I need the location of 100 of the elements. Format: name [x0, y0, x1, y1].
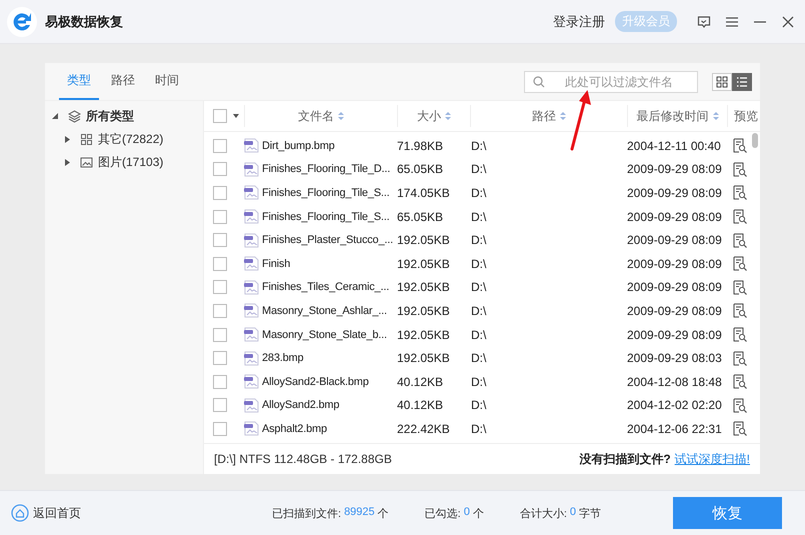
menu-icon[interactable] [725, 14, 739, 28]
list-icon [736, 76, 748, 88]
modified-time: 2009-09-29 08:09 [627, 256, 723, 271]
app-logo-icon [7, 6, 37, 36]
grid-view-button[interactable] [712, 72, 732, 90]
checkbox[interactable] [213, 162, 227, 176]
file-name: Finish [262, 258, 290, 270]
dropdown-caret-icon[interactable] [233, 114, 239, 118]
checkbox[interactable] [213, 233, 227, 248]
modified-time: 2009-09-29 08:09 [627, 304, 723, 318]
preview-icon[interactable] [733, 421, 747, 436]
scrollbar-thumb[interactable] [752, 133, 758, 148]
file-path: D:\ [470, 210, 488, 224]
tree-item[interactable]: 所有类型 [86, 108, 134, 125]
stat-value: 0 [464, 506, 470, 520]
search-icon [533, 76, 545, 88]
file-size: 40.12KB [396, 374, 444, 389]
checkbox[interactable] [213, 138, 227, 153]
stat-value: 0 [570, 506, 576, 520]
modified-time: 2009-09-29 08:03 [627, 351, 723, 366]
file-name: Masonry_Stone_Ashlar_... [262, 304, 387, 317]
column-header[interactable]: 路径 [532, 108, 556, 124]
stat-value: 89925 [344, 506, 375, 520]
home-link[interactable]: 返回首页 [11, 504, 81, 522]
search-field[interactable]: 此处可以过滤文件名 [524, 70, 698, 92]
column-header[interactable]: 预览 [734, 108, 758, 124]
column-header[interactable]: 文件名 [298, 108, 334, 124]
stat-label: 已扫描到文件: [272, 506, 342, 520]
expand-caret-icon[interactable] [63, 136, 71, 143]
column-header[interactable]: 大小 [417, 108, 441, 124]
checkbox[interactable] [213, 109, 227, 123]
file-size: 40.12KB [396, 398, 444, 412]
stat-unit: 字节 [579, 506, 602, 520]
checkbox[interactable] [213, 351, 227, 366]
preview-icon[interactable] [733, 256, 747, 272]
file-path: D:\ [470, 304, 488, 318]
file-name: Asphalt2.bmp [262, 422, 327, 435]
annotation-arrow [569, 89, 593, 151]
preview-icon[interactable] [733, 374, 747, 390]
image-file-icon [244, 398, 259, 413]
checkbox[interactable] [213, 374, 227, 389]
image-file-icon [244, 303, 259, 318]
close-icon[interactable] [781, 14, 795, 28]
file-path: D:\ [470, 422, 488, 436]
preview-icon[interactable] [733, 162, 747, 177]
file-path: D:\ [470, 398, 488, 412]
tab[interactable]: 路径 [103, 63, 143, 100]
file-name: Finishes_Flooring_Tile_D... [262, 163, 390, 176]
deep-scan-link[interactable]: 试试深度扫描! [674, 450, 750, 468]
image-file-icon [244, 185, 259, 200]
checkbox[interactable] [213, 304, 227, 318]
file-size: 71.98KB [396, 138, 444, 153]
preview-icon[interactable] [733, 398, 747, 413]
preview-icon[interactable] [733, 327, 747, 342]
file-size: 192.05KB [396, 280, 451, 294]
preview-icon[interactable] [733, 280, 747, 295]
tree-item[interactable]: 图片(17103) [98, 154, 164, 171]
file-path: D:\ [470, 138, 488, 153]
tree-item[interactable]: 其它(72822) [98, 131, 164, 148]
modified-time: 2009-09-29 08:09 [627, 162, 723, 176]
image-file-icon [244, 280, 259, 295]
modified-time: 2009-09-29 08:09 [627, 280, 723, 294]
list-view-button[interactable] [732, 72, 752, 90]
preview-icon[interactable] [733, 350, 747, 366]
restore-button[interactable]: 恢复 [673, 497, 782, 529]
file-size: 192.05KB [396, 351, 451, 366]
modified-time: 2009-09-29 08:09 [627, 328, 723, 342]
expand-caret-icon[interactable] [63, 159, 71, 166]
file-name: Finishes_Tiles_Ceramic_... [262, 281, 390, 294]
drive-info: [D:\] NTFS 112.48GB - 172.88GB [214, 452, 392, 466]
checkbox[interactable] [213, 186, 227, 200]
preview-icon[interactable] [733, 209, 747, 224]
checkbox[interactable] [213, 398, 227, 412]
preview-icon[interactable] [733, 303, 747, 318]
file-size: 65.05KB [396, 162, 444, 176]
checkbox[interactable] [213, 328, 227, 342]
checkbox[interactable] [213, 422, 227, 436]
file-path: D:\ [470, 162, 488, 176]
preview-icon[interactable] [733, 138, 747, 154]
home-icon [11, 504, 29, 522]
modified-time: 2009-09-29 08:09 [627, 233, 723, 248]
feedback-icon[interactable] [697, 14, 711, 28]
checkbox[interactable] [213, 256, 227, 271]
stat-label: 已勾选: [424, 506, 461, 520]
modified-time: 2004-12-11 00:40 [627, 138, 722, 153]
checkbox[interactable] [213, 210, 227, 224]
tab[interactable]: 时间 [147, 63, 187, 100]
login-link[interactable]: 登录注册 [553, 12, 605, 30]
file-name: Finishes_Flooring_Tile_S... [262, 186, 390, 199]
file-path: D:\ [470, 351, 488, 366]
window-title: 易极数据恢复 [45, 12, 123, 30]
image-file-icon [244, 232, 259, 248]
file-name: Finishes_Plaster_Stucco_... [262, 234, 393, 246]
preview-icon[interactable] [733, 185, 747, 200]
preview-icon[interactable] [733, 232, 747, 248]
column-header[interactable]: 最后修改时间 [636, 108, 708, 124]
checkbox[interactable] [213, 280, 227, 294]
file-name: AlloySand2-Black.bmp [262, 376, 369, 388]
collapse-caret-icon[interactable] [51, 113, 59, 120]
layers-icon [68, 110, 81, 123]
